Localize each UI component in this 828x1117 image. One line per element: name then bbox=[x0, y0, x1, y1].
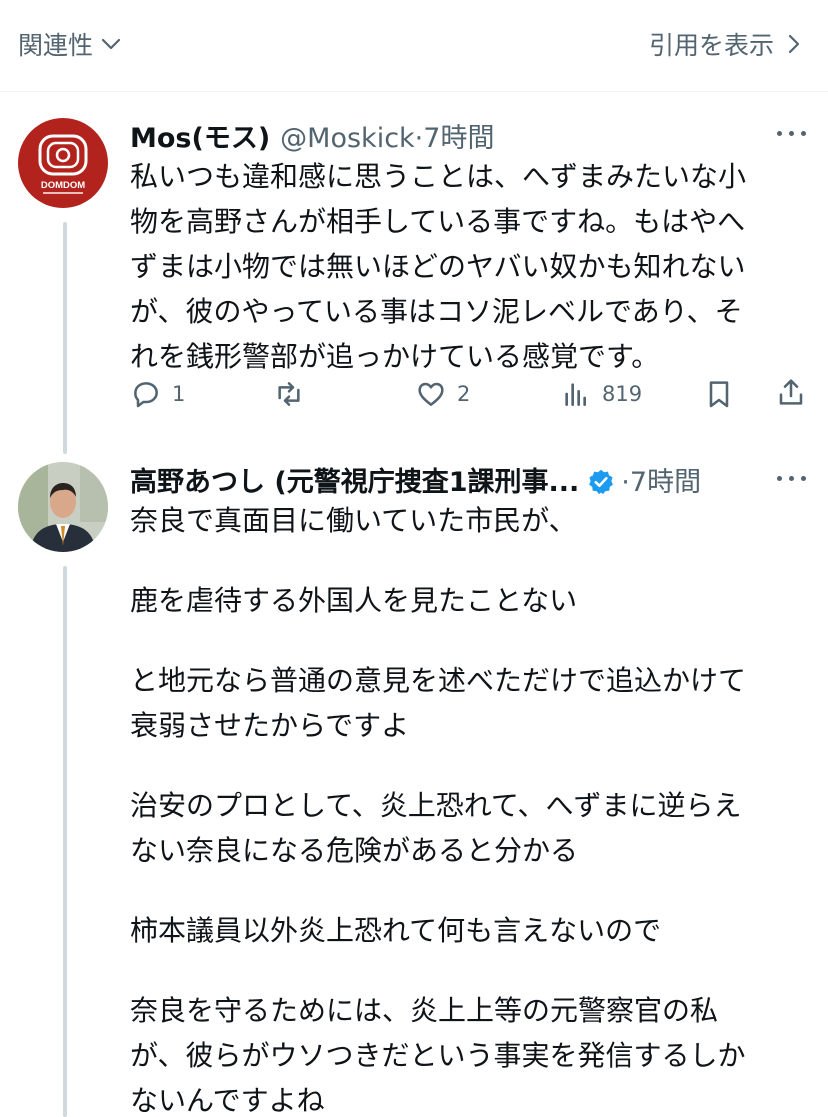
repost-icon bbox=[278, 382, 300, 406]
text-line: 奈良を守るためには、炎上上等の元警察官の私 bbox=[130, 994, 719, 1027]
repost-button[interactable] bbox=[273, 378, 315, 410]
share-button[interactable] bbox=[775, 376, 807, 408]
action-bar: 1 2 819 bbox=[130, 374, 810, 416]
view-count: 819 bbox=[602, 382, 643, 406]
reply-count: 1 bbox=[172, 382, 186, 406]
tweet-header: 高野あつし (元警視庁捜査1課刑事... · 7時間 bbox=[130, 460, 701, 499]
analytics-icon bbox=[565, 383, 586, 406]
chevron-right-icon bbox=[788, 34, 800, 54]
bookmark-button[interactable] bbox=[703, 378, 735, 410]
domdom-logo: DOMDOM bbox=[38, 134, 88, 194]
text-line: が、彼らがウソつきだという事実を発信するしか bbox=[130, 1039, 746, 1072]
text-line: と地元なら普通の意見を述べただけで追込かけて bbox=[130, 664, 747, 697]
svg-text:DOMDOM: DOMDOM bbox=[41, 180, 85, 191]
text-line: 私いつも違和感に思うことは、へずまみたいな小 bbox=[130, 160, 747, 193]
share-icon bbox=[779, 379, 803, 405]
avatar[interactable] bbox=[18, 462, 108, 552]
chevron-down-icon bbox=[101, 38, 121, 50]
text-line: 奈良で真面目に働いていた市民が、 bbox=[130, 504, 577, 537]
text-line: 衰弱させたからですよ bbox=[130, 709, 410, 742]
thread-line bbox=[63, 566, 67, 1117]
author-name[interactable]: 高野あつし (元警視庁捜査1課刑事... bbox=[130, 460, 579, 499]
sort-label: 関連性 bbox=[18, 31, 94, 60]
bookmark-icon bbox=[709, 381, 729, 408]
text-line: れを銭形警部が追っかけている感覚です。 bbox=[130, 340, 660, 373]
text-line: 治安のプロとして、炎上恐れて、へずまに逆らえ bbox=[130, 789, 742, 822]
text-line: ずまは小物では無いほどのヤバい奴かも知れない bbox=[130, 250, 746, 283]
like-count: 2 bbox=[457, 382, 471, 406]
text-line: ないんですよね bbox=[130, 1084, 325, 1117]
timestamp[interactable]: 7時間 bbox=[423, 116, 494, 155]
tweet-text: 奈良で真面目に働いていた市民が、 鹿を虐待する外国人を見たことない と地元なら普… bbox=[130, 498, 810, 1117]
view-quotes-label: 引用を表示 bbox=[648, 31, 774, 60]
tweet-text: 私いつも違和感に思うことは、へずまみたいな小 物を高野さんが相手している事ですね… bbox=[130, 154, 810, 379]
thread-line bbox=[63, 222, 67, 454]
sort-bar: 関連性 引用を表示 bbox=[0, 0, 828, 92]
text-line: ない奈良になる危険があると分かる bbox=[130, 834, 579, 867]
profile-photo bbox=[18, 462, 108, 552]
text-line: 柿本議員以外炎上恐れて何も言えないので bbox=[130, 914, 662, 947]
text-line: 鹿を虐待する外国人を見たことない bbox=[130, 584, 578, 617]
separator: · bbox=[414, 123, 424, 154]
like-button[interactable]: 2 bbox=[415, 378, 470, 410]
views-button[interactable]: 819 bbox=[560, 378, 642, 410]
author-handle[interactable]: @Moskick bbox=[280, 123, 415, 154]
avatar[interactable]: DOMDOM bbox=[18, 118, 108, 208]
view-quotes-link[interactable]: 引用を表示 bbox=[649, 26, 806, 62]
verified-badge-icon bbox=[589, 469, 614, 495]
sort-dropdown[interactable]: 関連性 bbox=[18, 26, 123, 62]
author-name[interactable]: Mos(モス) bbox=[130, 116, 270, 155]
text-line: が、彼のやっている事はコソ泥レベルであり、そ bbox=[130, 295, 743, 328]
reply-icon bbox=[134, 382, 158, 408]
more-options-icon[interactable] bbox=[776, 128, 808, 138]
reply-button[interactable]: 1 bbox=[130, 378, 185, 410]
separator: · bbox=[621, 467, 630, 498]
more-options-icon[interactable] bbox=[776, 473, 808, 483]
text-line: 物を高野さんが相手している事ですね。もはやへ bbox=[130, 205, 746, 238]
tweet-header: Mos(モス) @Moskick · 7時間 bbox=[130, 116, 494, 155]
timestamp[interactable]: 7時間 bbox=[630, 460, 701, 499]
heart-icon bbox=[418, 382, 444, 406]
